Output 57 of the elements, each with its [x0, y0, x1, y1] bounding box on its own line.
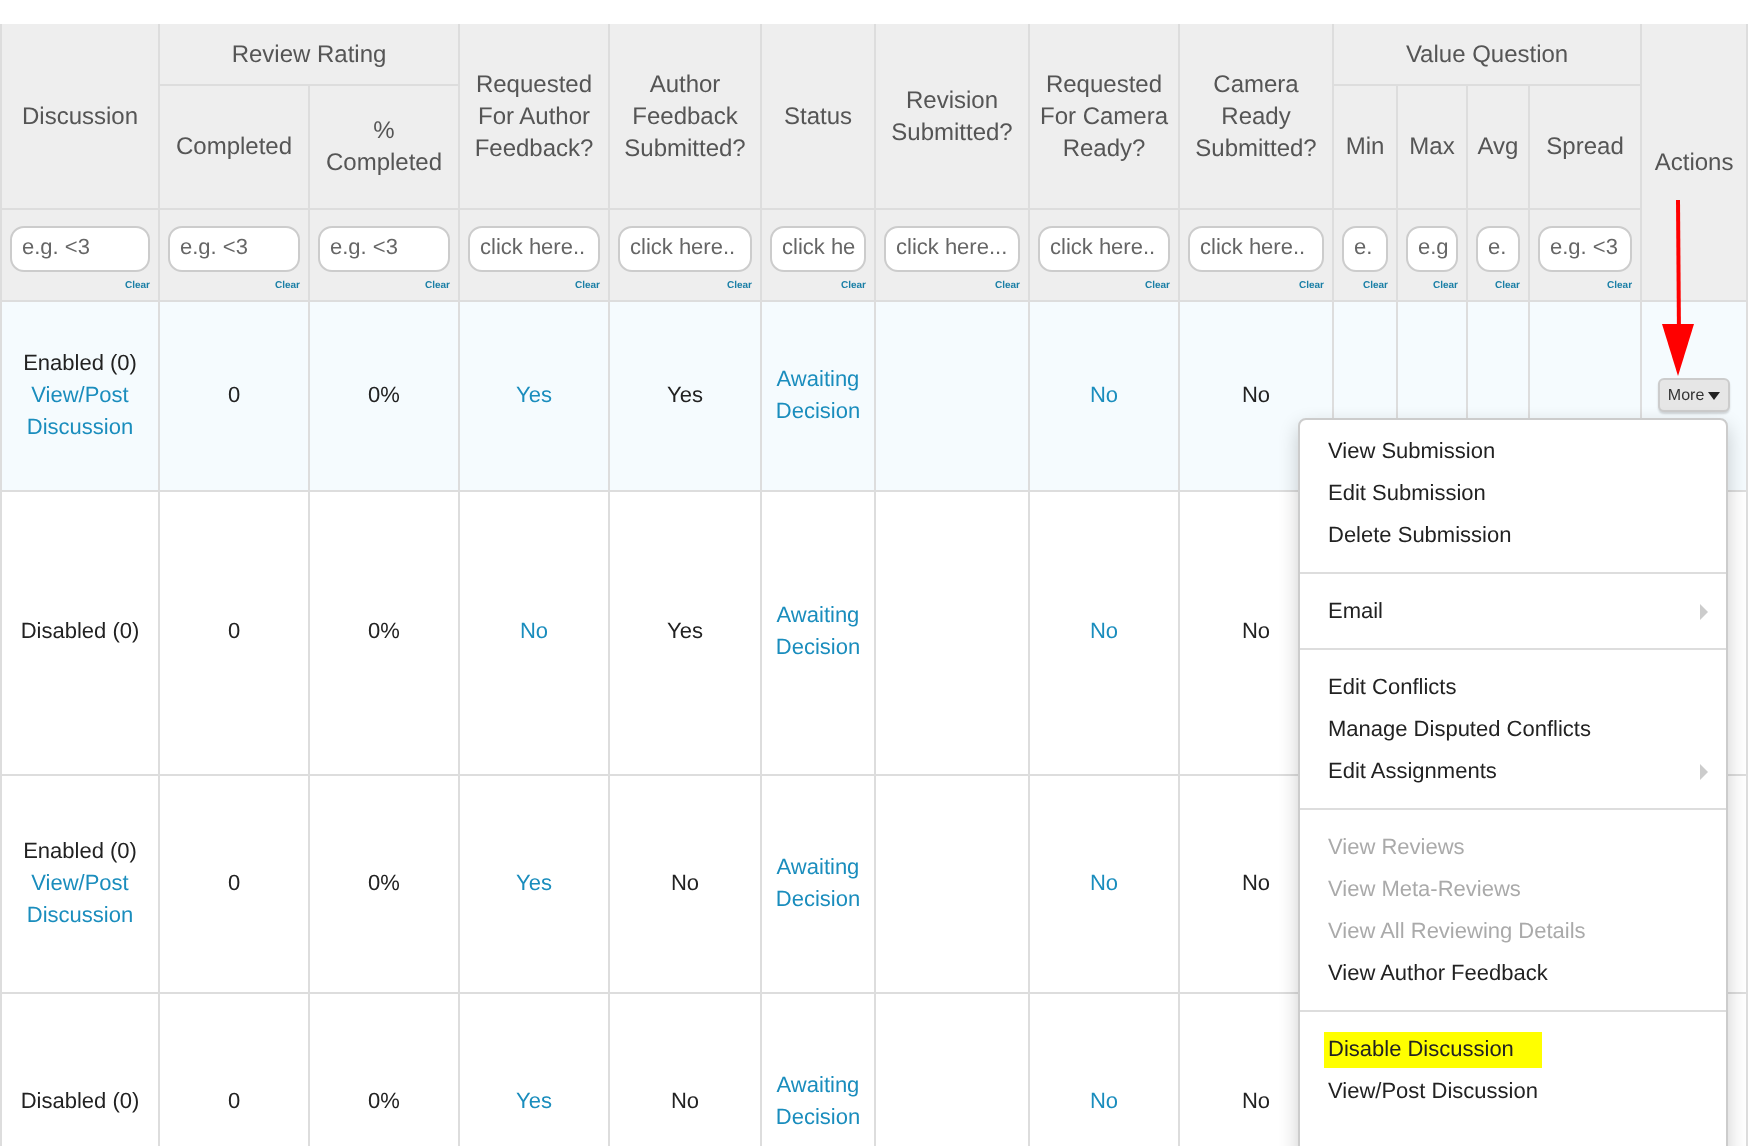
discussion-status: Disabled (0) — [20, 1090, 140, 1114]
filter-field[interactable]: click here.. — [1188, 225, 1324, 271]
column-header: Requested For Author Feedback? — [459, 24, 609, 208]
column-header: Discussion — [1, 24, 159, 208]
menu-item[interactable]: Disable Discussion — [1300, 1028, 1726, 1070]
camera-ready-link[interactable]: No — [1089, 1090, 1119, 1114]
menu-item[interactable]: View/Post Discussion — [1300, 1070, 1726, 1112]
filter-field[interactable]: click here.. — [1038, 225, 1170, 271]
filter-field[interactable]: click he — [770, 225, 866, 271]
column-header: Max — [1397, 84, 1467, 208]
caret-icon — [1708, 391, 1721, 399]
camera-ready-link[interactable]: No — [1089, 383, 1119, 407]
filter-field[interactable]: e. — [1476, 225, 1520, 271]
filter-field[interactable]: e.g. <3 — [168, 225, 300, 271]
discussion-status: Enabled (0) — [23, 351, 137, 375]
filter-field[interactable]: e.g — [1406, 225, 1458, 271]
column-header: Review Rating — [159, 24, 459, 84]
filter-field[interactable]: click here... — [884, 225, 1020, 271]
filter-field[interactable]: click here.. — [618, 225, 752, 271]
filter-field[interactable]: e. — [1342, 225, 1388, 271]
arrow-icon — [1662, 200, 1694, 376]
column-header: Actions — [1641, 24, 1748, 300]
table-cell: 0 — [159, 490, 309, 774]
column-header: Status — [761, 24, 875, 208]
column-header: Revision Submitted? — [875, 24, 1029, 208]
filter-field[interactable]: e.g. <3 — [318, 225, 450, 271]
table-cell: 0 — [159, 300, 309, 490]
column-header: Spread — [1529, 84, 1642, 208]
table-cell: No — [609, 774, 761, 992]
camera-ready-link[interactable]: No — [1089, 620, 1119, 644]
column-header: % Completed — [309, 84, 459, 208]
column-header: Completed — [159, 84, 309, 208]
table-cell: Yes — [609, 300, 761, 490]
feedback-request-link[interactable]: No — [519, 620, 549, 644]
table-cell: Yes — [609, 490, 761, 774]
filter-field[interactable]: e.g. <3 — [10, 225, 150, 271]
more-button[interactable]: More — [1657, 378, 1731, 412]
filter-field[interactable]: click here.. — [468, 225, 600, 271]
column-header: Author Feedback Submitted? — [609, 24, 761, 208]
column-header: Min — [1333, 84, 1397, 208]
discussion-status: Disabled (0) — [20, 620, 140, 644]
column-header: Avg — [1467, 84, 1529, 208]
table-cell: 0 — [159, 774, 309, 992]
discussion-status: Enabled (0) — [23, 839, 137, 863]
camera-ready-link[interactable]: No — [1089, 871, 1119, 895]
filter-field[interactable]: e.g. <3 — [1538, 225, 1633, 271]
table-cell: 0% — [309, 490, 459, 774]
table-cell: 0% — [309, 300, 459, 490]
column-header: Value Question — [1333, 24, 1642, 84]
column-header: Camera Ready Submitted? — [1179, 24, 1333, 208]
feedback-request-link[interactable]: Yes — [516, 383, 552, 407]
table-cell: 0% — [309, 774, 459, 992]
view-post-discussion-link[interactable]: View/Post Discussion — [6, 379, 154, 443]
feedback-request-link[interactable]: Yes — [516, 1090, 552, 1114]
feedback-request-link[interactable]: Yes — [516, 871, 552, 895]
view-post-discussion-link[interactable]: View/Post Discussion — [6, 867, 154, 931]
column-header: Requested For Camera Ready? — [1029, 24, 1179, 208]
